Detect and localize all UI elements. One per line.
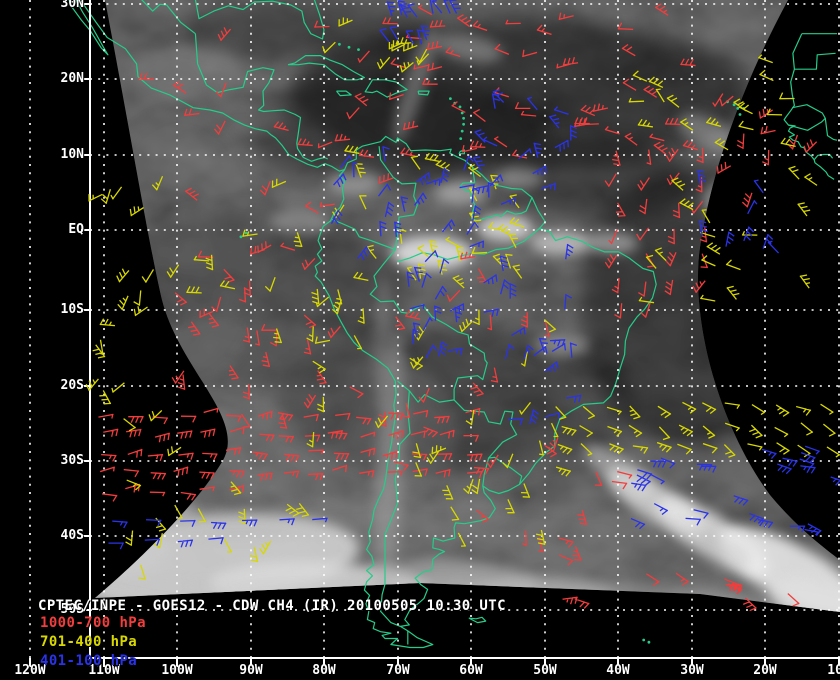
wind-barb-cluster-mid bbox=[85, 339, 182, 457]
lon-tick-label: 40W bbox=[606, 663, 630, 678]
legend-item-low: 1000-700 hPa bbox=[40, 615, 146, 631]
lat-tick-label: 30N bbox=[60, 0, 84, 11]
imagery-layer bbox=[95, 0, 840, 612]
satellite-map-canvas bbox=[29, 0, 840, 667]
lat-tick-label: 40S bbox=[60, 528, 84, 543]
lon-tick-label: 70W bbox=[386, 663, 410, 678]
legend-item-high: 401-100 hPa bbox=[40, 653, 138, 669]
map-title: CPTEC/INPE - GOES12 - CDW CH4 (IR) 20100… bbox=[38, 598, 506, 614]
lat-tick-label: 20N bbox=[60, 71, 84, 86]
lat-tick-label: 10S bbox=[60, 302, 84, 317]
lon-tick-label: 50W bbox=[533, 663, 557, 678]
lon-tick-label: 80W bbox=[312, 663, 336, 678]
lon-tick-label: 30W bbox=[680, 663, 704, 678]
lon-tick-label: 20W bbox=[753, 663, 777, 678]
lon-tick-label: 100W bbox=[161, 663, 193, 678]
legend-item-mid: 701-400 hPa bbox=[40, 634, 138, 650]
lon-tick-label: 90W bbox=[239, 663, 263, 678]
lat-tick-label: 30S bbox=[60, 453, 84, 468]
satellite-wind-product: 30N 20N 10N EQ 10S 20S 30S 40S 50S 120W 110W 100W 9… bbox=[0, 0, 840, 680]
lon-tick-label: 10W bbox=[827, 663, 840, 678]
lon-tick-label: 60W bbox=[459, 663, 483, 678]
lat-tick-label: 20S bbox=[60, 378, 84, 393]
lat-tick-label: EQ bbox=[68, 222, 84, 237]
lat-tick-label: 10N bbox=[60, 147, 84, 162]
